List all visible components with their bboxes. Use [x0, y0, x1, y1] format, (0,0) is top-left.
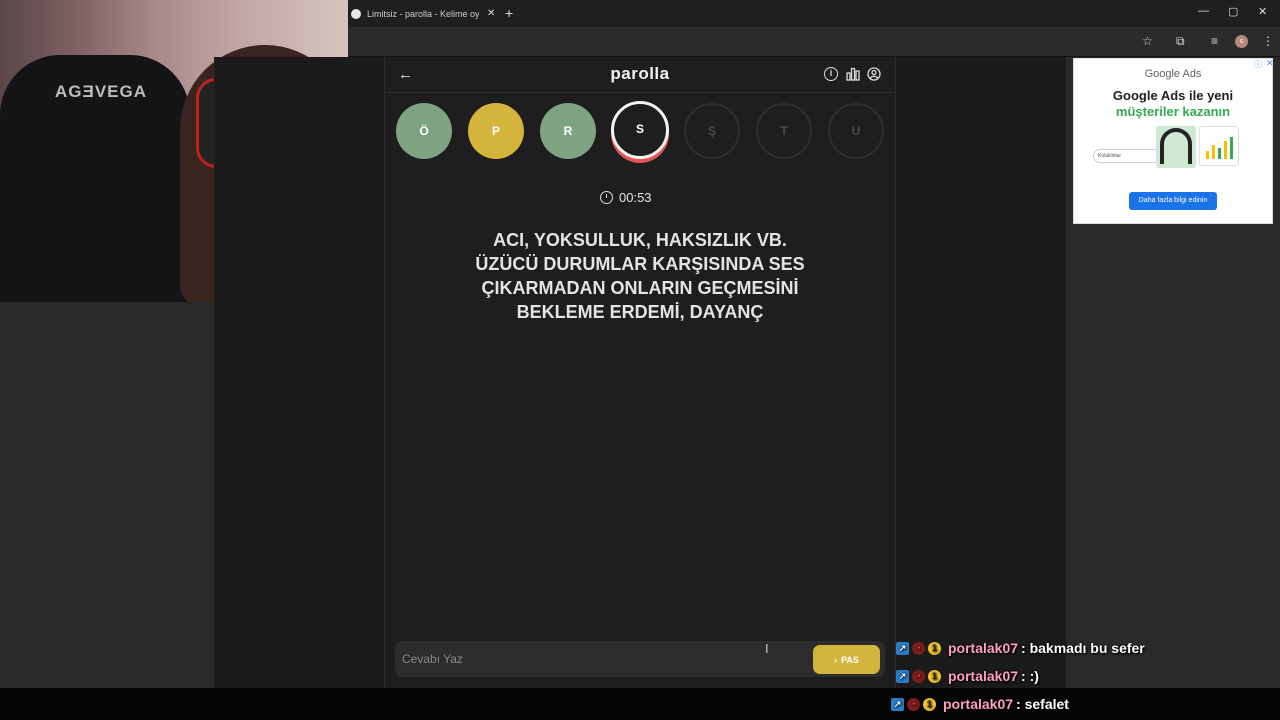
clue-line: ÇIKARMADAN ONLARIN GEÇMESİNİ: [481, 278, 799, 298]
clue-line: ÜZÜCÜ DURUMLAR KARŞISINDA SES: [475, 254, 805, 274]
chat-username: portalak07: [948, 668, 1019, 684]
chat-text: : :): [1021, 668, 1039, 684]
back-arrow-icon[interactable]: ←: [398, 66, 413, 83]
ad-chart-bar: [1206, 151, 1209, 159]
new-tab-button[interactable]: +: [505, 5, 513, 21]
chat-username: portalak07: [943, 696, 1014, 712]
ad-brand: Google Ads: [1144, 68, 1202, 80]
chat-message: ↗ ◔ 1 portalak07 : :): [896, 668, 1039, 684]
stats-icon[interactable]: [846, 67, 860, 81]
chat-text: : bakmadı bu sefer: [1021, 640, 1145, 656]
answer-input[interactable]: [402, 650, 802, 668]
letter-circle-o-umlaut: Ö: [396, 103, 452, 159]
tab-favicon-icon: [351, 8, 361, 19]
chevron-right-icon: ›: [834, 654, 838, 665]
headphones-icon: [1160, 128, 1192, 164]
right-page-gutter: [896, 57, 1066, 688]
extensions-icon[interactable]: ⧉: [1176, 34, 1185, 49]
clock-icon: [600, 191, 613, 204]
close-window-button[interactable]: ✕: [1258, 5, 1267, 18]
bits-badge-icon: 1: [923, 697, 936, 711]
prime-badge-icon: ↗: [891, 697, 904, 711]
clue-line: ACI, YOKSULLUK, HAKSIZLIK VB.: [493, 230, 787, 250]
header-divider: [385, 92, 895, 93]
profile-icon[interactable]: [867, 67, 881, 81]
tab-close-icon[interactable]: ✕: [487, 8, 495, 19]
sub-badge-icon: ◔: [907, 697, 920, 711]
menu-kebab-icon[interactable]: ⋮: [1262, 34, 1274, 48]
sub-badge-icon: ◔: [912, 641, 925, 655]
ad-search-mock: Kulaklıklar: [1093, 149, 1165, 163]
ad-chart-bar: [1230, 137, 1233, 159]
letter-circle-r: R: [540, 103, 596, 159]
pass-button[interactable]: › PAS: [813, 645, 880, 674]
ad-chart-bar: [1218, 148, 1221, 159]
ad-close-icon[interactable]: ✕: [1266, 58, 1274, 69]
letter-circle-t: T: [756, 103, 812, 159]
ad-headline-2: müşteriler kazanın: [1115, 104, 1231, 119]
chat-message: ↗ ◔ 1 portalak07 : bakmadı bu sefer: [896, 640, 1145, 656]
left-background-panel: [0, 302, 214, 688]
bottom-bar: [0, 688, 1280, 720]
pass-label: PAS: [841, 654, 859, 665]
letter-circle-p: P: [468, 103, 524, 159]
minimize-button[interactable]: —: [1198, 5, 1209, 17]
page-title: parolla: [610, 64, 670, 83]
chat-username: portalak07: [948, 640, 1019, 656]
prime-badge-icon: ↗: [896, 641, 909, 655]
clue-line: BEKLEME ERDEMİ, DAYANÇ: [516, 302, 764, 322]
bits-badge-icon: 1: [928, 669, 941, 683]
ad-chart-card: [1199, 126, 1239, 166]
chair-logo: AGƎVEGA: [55, 82, 148, 101]
ad-cta-button[interactable]: Daha fazla bilgi edinin: [1129, 192, 1217, 210]
sub-badge-icon: ◔: [912, 669, 925, 683]
tab-title: Limitsiz - parolla - Kelime oyunu: [367, 8, 479, 19]
info-icon[interactable]: i: [824, 67, 838, 81]
ad-info-icon[interactable]: ⓘ: [1254, 59, 1262, 70]
bits-badge-icon: 1: [928, 641, 941, 655]
ad-chart-bar: [1224, 141, 1227, 159]
left-page-gutter: [214, 57, 384, 688]
letter-circle-s-current: S: [611, 101, 669, 159]
browser-tab[interactable]: Limitsiz - parolla - Kelime oyunu ✕: [348, 0, 498, 27]
chat-message: ↗ ◔ 1 portalak07 : sefalet: [891, 696, 1069, 712]
bookmark-star-icon[interactable]: ☆: [1142, 34, 1153, 48]
clue-text: ACI, YOKSULLUK, HAKSIZLIK VB. ÜZÜCÜ DURU…: [440, 228, 840, 324]
timer: 00:53: [600, 190, 680, 205]
text-cursor-icon: I: [765, 641, 769, 656]
letter-circle-u: U: [828, 103, 884, 159]
profile-avatar[interactable]: s: [1235, 35, 1248, 48]
prime-badge-icon: ↗: [896, 669, 909, 683]
timer-value: 00:53: [619, 190, 652, 205]
media-control-icon[interactable]: ≡: [1211, 34, 1218, 48]
ad-chart-bar: [1212, 145, 1215, 159]
ad-headline-1: Google Ads ile yeni: [1112, 88, 1234, 103]
letter-circle-s-cedilla: Ş: [684, 103, 740, 159]
restore-button[interactable]: ▢: [1228, 5, 1238, 18]
chat-text: : sefalet: [1016, 696, 1069, 712]
